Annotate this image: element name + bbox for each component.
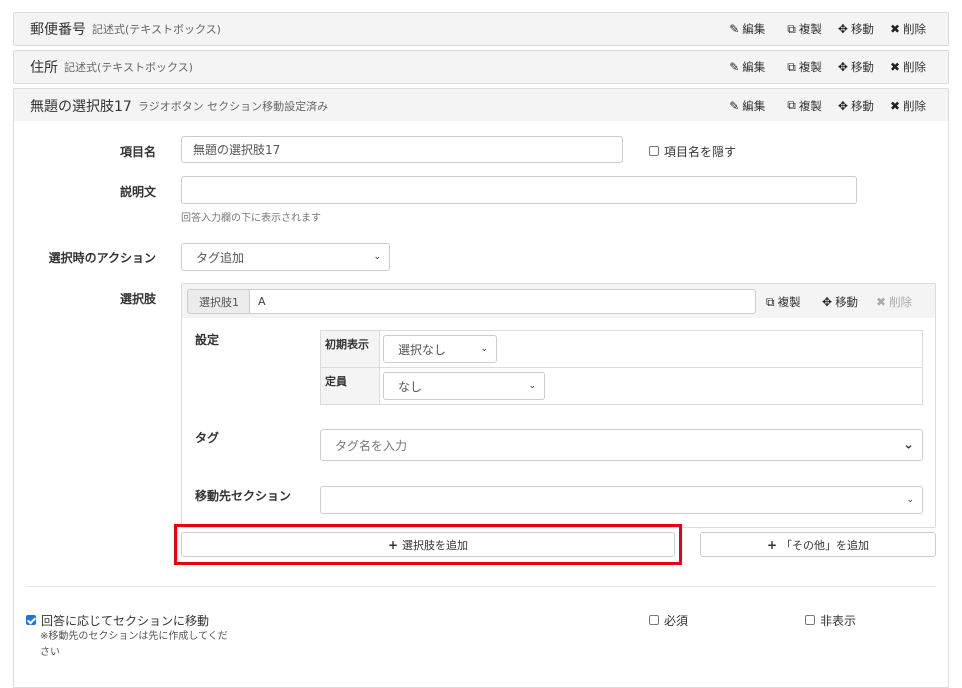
field-actions: ✎ 編集 ⧉ 複製 ✥ 移動 ✖ 削除	[729, 51, 948, 83]
close-icon: ✖	[889, 60, 900, 74]
delete-button[interactable]: ✖ 削除	[890, 21, 926, 37]
move-icon: ✥	[837, 98, 848, 113]
field-header-postal: 郵便番号 記述式(テキストボックス) ✎ 編集 ⧉ 複製 ✥ 移動 ✖ 削除	[13, 12, 949, 46]
choice-item: 選択肢1 A ⧉ 複製 ✥ 移動 ✖ 削除 設定 初期表示 選択なし ⌄ 定員 なし …	[181, 283, 936, 528]
checkbox-checked-icon	[26, 614, 36, 625]
field-type: 記述式(テキストボックス)	[92, 23, 221, 36]
checkbox-icon	[649, 614, 659, 625]
edit-button[interactable]: ✎ 編集	[729, 59, 765, 75]
action-select[interactable]: タグ追加 ⌄	[181, 243, 390, 271]
choice-prefix: 選択肢1	[187, 289, 250, 314]
choice-copy-button[interactable]: ⧉ 複製	[766, 294, 801, 310]
move-section-checkbox[interactable]: 回答に応じてセクションに移動	[26, 612, 209, 629]
chevron-down-icon: ⌄	[903, 437, 914, 453]
choices-label: 選択肢	[119, 292, 156, 306]
pencil-icon: ✎	[729, 98, 740, 113]
field-header-address: 住所 記述式(テキストボックス) ✎ 編集 ⧉ 複製 ✥ 移動 ✖ 削除	[13, 50, 949, 84]
delete-button[interactable]: ✖ 削除	[890, 59, 926, 75]
close-icon: ✖	[889, 98, 900, 113]
copy-button[interactable]: ⧉ 複製	[787, 21, 822, 37]
field-title: 無題の選択肢17	[30, 98, 132, 115]
chevron-down-icon: ⌄	[373, 252, 381, 262]
chevron-down-icon: ⌄	[906, 495, 914, 505]
chevron-down-icon: ⌄	[480, 344, 488, 354]
initial-display-select[interactable]: 選択なし ⌄	[383, 335, 497, 363]
copy-button[interactable]: ⧉ 複製	[787, 59, 822, 75]
chevron-down-icon: ⌄	[528, 381, 536, 391]
close-icon: ✖	[876, 295, 887, 309]
required-checkbox[interactable]: 必須	[649, 612, 688, 629]
field-type: ラジオボタン セクション移動設定済み	[137, 99, 329, 113]
plus-icon: +	[766, 537, 778, 552]
field-header-choice: 無題の選択肢17 ラジオボタン セクション移動設定済み ✎ 編集 ⧉ 複製 ✥ 移動 …	[13, 88, 949, 122]
divider	[26, 586, 936, 587]
field-actions: ✎ 編集 ⧉ 複製 ✥ 移動 ✖ 削除	[729, 13, 948, 45]
tag-input[interactable]: タグ名を入力 ⌄	[320, 429, 923, 461]
field-title: 住所	[30, 60, 58, 76]
add-choice-button[interactable]: + 選択肢を追加	[181, 532, 675, 557]
copy-icon: ⧉	[787, 21, 796, 36]
field-title: 郵便番号	[30, 22, 86, 38]
delete-button[interactable]: ✖ 削除	[890, 98, 926, 114]
move-icon: ✥	[822, 295, 833, 309]
plus-icon: +	[387, 537, 399, 552]
hidden-checkbox[interactable]: 非表示	[805, 612, 856, 629]
edit-button[interactable]: ✎ 編集	[729, 98, 765, 114]
target-section-label: 移動先セクション	[195, 489, 292, 503]
settings-table: 初期表示 選択なし ⌄ 定員 なし ⌄	[320, 330, 923, 405]
target-section-select[interactable]: ⌄	[320, 486, 923, 514]
checkbox-icon	[649, 145, 659, 156]
field-type: 記述式(テキストボックス)	[64, 61, 193, 74]
move-icon: ✥	[837, 22, 848, 36]
copy-icon: ⧉	[787, 59, 796, 74]
copy-icon: ⧉	[787, 98, 796, 112]
field-actions: ✎ 編集 ⧉ 複製 ✥ 移動 ✖ 削除	[729, 89, 948, 122]
settings-label: 設定	[195, 333, 220, 347]
add-other-button[interactable]: + 「その他」を追加	[700, 532, 936, 557]
move-icon: ✥	[837, 60, 848, 74]
tag-label: タグ	[195, 431, 220, 445]
pencil-icon: ✎	[729, 22, 740, 36]
choice-value-input[interactable]: A	[249, 289, 756, 314]
hide-name-checkbox[interactable]: 項目名を隠す	[649, 143, 736, 160]
action-label: 選択時のアクション	[48, 251, 156, 265]
capacity-select[interactable]: なし ⌄	[383, 372, 545, 400]
item-name-input[interactable]: 無題の選択肢17	[181, 136, 623, 163]
item-name-label: 項目名	[119, 145, 156, 159]
copy-button[interactable]: ⧉ 複製	[787, 98, 822, 114]
close-icon: ✖	[889, 22, 900, 36]
description-input[interactable]	[181, 176, 857, 204]
initial-display-label: 初期表示	[320, 330, 380, 368]
description-label: 説明文	[119, 185, 156, 199]
move-section-note: ※移動先のセクションは先に作成してくだ さい	[40, 631, 228, 658]
choice-move-button[interactable]: ✥ 移動	[822, 294, 858, 310]
edit-button[interactable]: ✎ 編集	[729, 21, 765, 37]
move-button[interactable]: ✥ 移動	[838, 59, 874, 75]
move-button[interactable]: ✥ 移動	[838, 98, 874, 114]
move-button[interactable]: ✥ 移動	[838, 21, 874, 37]
checkbox-icon	[805, 614, 815, 625]
copy-icon: ⧉	[766, 294, 775, 309]
pencil-icon: ✎	[729, 60, 740, 74]
capacity-label: 定員	[320, 367, 380, 405]
choice-delete-button[interactable]: ✖ 削除	[876, 294, 912, 310]
description-help: 回答入力欄の下に表示されます	[181, 213, 321, 224]
